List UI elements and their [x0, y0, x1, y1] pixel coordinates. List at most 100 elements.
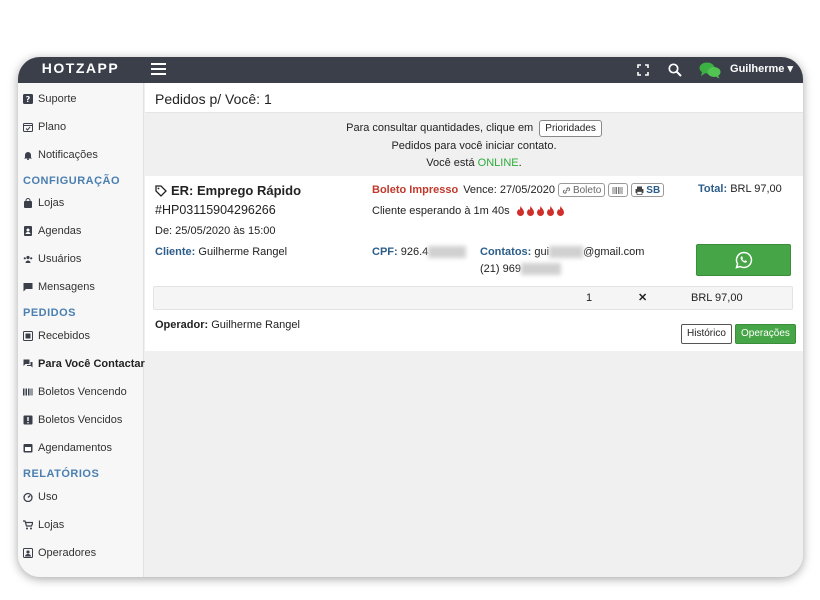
priorities-button[interactable]: Prioridades	[539, 120, 602, 137]
history-button[interactable]: Histórico	[681, 324, 732, 344]
sidebar-item-label: Para Você Contactar	[38, 358, 145, 370]
menu-toggle-icon[interactable]	[151, 63, 166, 76]
sidebar-item-label: Notificações	[38, 149, 98, 161]
sidebar-item-label: Lojas	[38, 197, 65, 209]
sidebar-item-label: Usuários	[38, 253, 82, 265]
operator-label: Operador:	[155, 319, 209, 331]
waiting-time: Cliente esperando à 1m 40s	[372, 205, 510, 217]
due-date: Vence: 27/05/2020	[463, 184, 555, 196]
boleto-button[interactable]: Boleto	[557, 183, 606, 197]
brand-logo[interactable]: HOTZAPP	[18, 57, 143, 83]
print-sb-button[interactable]: SB	[631, 183, 665, 197]
sidebar-item-agendamentos[interactable]: Agendamentos	[23, 439, 112, 457]
sidebar-item-label: Suporte	[38, 93, 77, 105]
calendar-check-icon	[23, 122, 33, 132]
fire-icons	[516, 206, 565, 216]
whatsapp-icon	[734, 251, 753, 269]
operations-button[interactable]: Operações	[735, 324, 796, 344]
info-panel: Para consultar quantidades, clique em Pr…	[145, 113, 803, 173]
sidebar-item-label: Agendas	[38, 225, 82, 237]
sidebar-item-label: Recebidos	[38, 330, 90, 342]
sidebar-item-label: Plano	[38, 121, 67, 133]
app-window: HOTZAPP Guilherme ▾ ? Suporte Plano Noti…	[18, 57, 803, 577]
item-quantity: 1	[586, 292, 593, 304]
sidebar: ? Suporte Plano Notificações CONFIGURAÇÃ…	[18, 83, 145, 577]
page-header: Pedidos p/ Você: 1	[145, 83, 803, 113]
redacted-email	[549, 246, 584, 259]
comment-icon	[23, 282, 33, 292]
phone-line: (21) 969	[480, 263, 561, 276]
total-value: BRL 97,00	[730, 183, 782, 195]
dashboard-icon	[23, 492, 33, 502]
barcode-button[interactable]	[608, 183, 629, 197]
client-name: Guilherme Rangel	[198, 246, 288, 258]
cpf-value: 926.4	[400, 246, 429, 258]
sidebar-item-label: Boletos Vencendo	[38, 386, 127, 398]
sidebar-item-recebidos[interactable]: Recebidos	[23, 327, 90, 345]
sidebar-item-lojas[interactable]: Lojas	[23, 194, 64, 212]
sidebar-item-plano[interactable]: Plano	[23, 118, 66, 136]
redacted-cpf	[428, 246, 467, 259]
search-icon[interactable]	[667, 61, 683, 79]
info-text: Para consultar quantidades, clique em	[346, 122, 534, 134]
phone-prefix: (21) 969	[480, 263, 521, 275]
payment-status: Boleto Impresso	[372, 184, 459, 196]
fullscreen-icon[interactable]	[636, 61, 650, 79]
sidebar-item-uso[interactable]: Uso	[23, 488, 58, 506]
total-line: Total: BRL 97,00	[698, 183, 782, 195]
sidebar-item-label: Lojas	[38, 519, 65, 531]
exclamation-icon	[23, 415, 33, 425]
sidebar-item-lojas-relatorio[interactable]: Lojas	[23, 516, 64, 534]
info-line-quantities: Para consultar quantidades, clique em Pr…	[145, 120, 803, 137]
order-date: De: 25/05/2020 às 15:00	[155, 225, 276, 237]
order-card: ER: Emprego Rápido #HP03115904296266 De:…	[145, 176, 803, 351]
bell-icon	[23, 150, 33, 160]
waiting-line: Cliente esperando à 1m 40s	[372, 205, 565, 217]
sidebar-item-label: Operadores	[38, 547, 97, 559]
question-icon: ?	[23, 94, 33, 104]
sidebar-item-mensagens[interactable]: Mensagens	[23, 278, 95, 296]
email-suffix: @gmail.com	[583, 246, 645, 258]
redacted-phone	[520, 263, 561, 276]
barcode-icon	[23, 387, 33, 397]
contacts-line: Contatos: gui @gmail.com	[480, 246, 645, 259]
sidebar-item-label: Uso	[38, 491, 58, 503]
sidebar-item-boletos-vencendo[interactable]: Boletos Vencendo	[23, 383, 127, 401]
online-suffix: .	[518, 157, 522, 169]
whatsapp-button[interactable]	[696, 244, 791, 276]
contacts-label: Contatos:	[480, 246, 532, 258]
total-label: Total:	[698, 183, 728, 195]
shopping-bag-icon	[23, 198, 33, 208]
main-content: Pedidos p/ Você: 1 Para consultar quanti…	[145, 83, 803, 577]
remove-item-icon[interactable]: ✕	[638, 291, 647, 304]
section-heading-pedidos: PEDIDOS	[23, 307, 77, 319]
sidebar-item-usuarios[interactable]: Usuários	[23, 250, 81, 268]
client-line: Cliente: Guilherme Rangel	[155, 246, 287, 258]
operators-icon	[23, 548, 33, 558]
user-menu[interactable]: Guilherme ▾	[730, 57, 793, 83]
section-heading-relatorios: RELATÓRIOS	[23, 468, 100, 480]
address-book-icon	[23, 226, 33, 236]
sidebar-item-notificacoes[interactable]: Notificações	[23, 146, 98, 164]
top-navbar: HOTZAPP Guilherme ▾	[18, 57, 803, 83]
sidebar-item-boletos-vencidos[interactable]: Boletos Vencidos	[23, 411, 122, 429]
boleto-button-label: Boleto	[572, 184, 602, 196]
payment-line: Boleto Impresso Vence: 27/05/2020 Boleto…	[372, 183, 665, 197]
svg-text:?: ?	[26, 95, 31, 104]
email-prefix: gui	[534, 246, 550, 258]
sidebar-item-agendas[interactable]: Agendas	[23, 222, 81, 240]
sidebar-item-para-voce-contactar[interactable]: Para Você Contactar	[23, 355, 145, 373]
sidebar-item-suporte[interactable]: ? Suporte	[23, 90, 77, 108]
comments-icon	[23, 359, 33, 369]
sidebar-item-operadores[interactable]: Operadores	[23, 544, 96, 562]
sb-label: SB	[646, 184, 661, 196]
cart-icon	[23, 520, 33, 530]
product-name: ER: Emprego Rápido	[171, 183, 302, 198]
sidebar-item-label: Boletos Vencidos	[38, 414, 123, 426]
tag-icon	[155, 184, 167, 197]
inbox-icon	[23, 331, 33, 341]
chat-bubbles-icon[interactable]	[698, 61, 722, 79]
sidebar-item-label: Mensagens	[38, 281, 95, 293]
barcode-icon	[612, 186, 624, 195]
operator-name: Guilherme Rangel	[211, 319, 300, 331]
